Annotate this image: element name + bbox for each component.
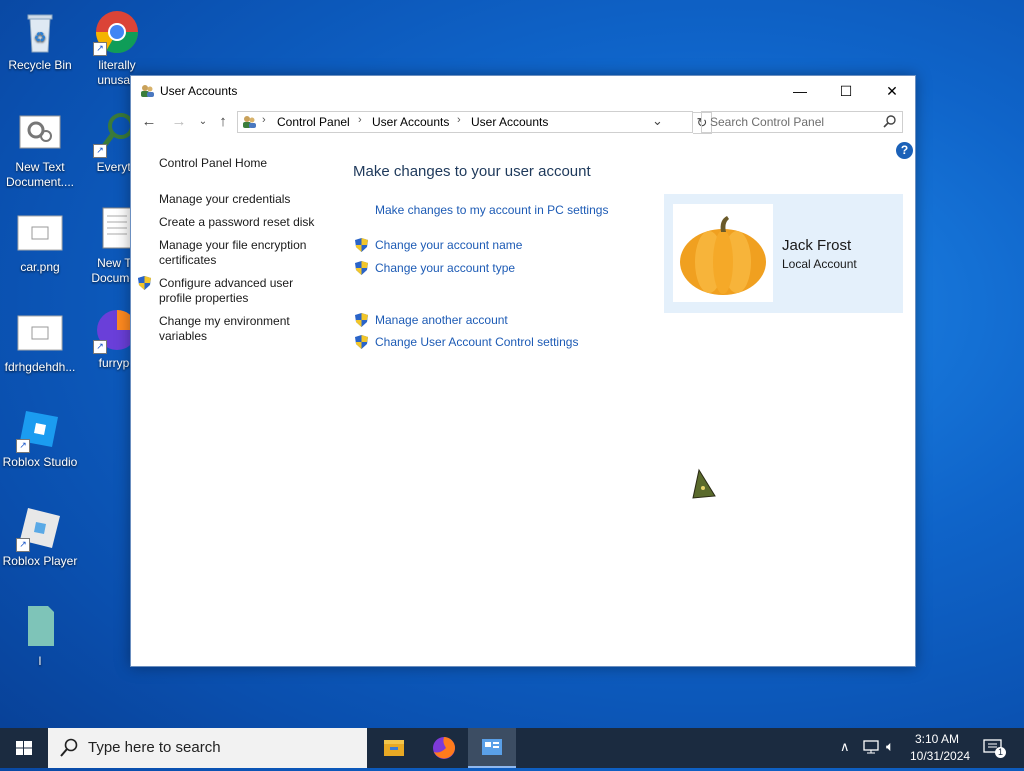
folder-icon <box>384 740 404 756</box>
image-file-icon <box>16 310 64 358</box>
taskbar-file-explorer[interactable] <box>370 728 418 768</box>
uac-shield-icon <box>137 275 152 294</box>
windows-logo-icon <box>16 741 32 755</box>
taskbar: Type here to search ∧ 🔈︎ 3:10 AM 10/31/2… <box>0 728 1024 768</box>
page-title: Make changes to your user account <box>353 163 591 180</box>
breadcrumb-separator-icon[interactable]: › <box>358 114 362 126</box>
taskbar-control-panel[interactable] <box>468 728 516 768</box>
desktop-icon-recycle-bin[interactable]: ♻ Recycle Bin <box>0 8 80 73</box>
search-icon[interactable] <box>883 115 896 131</box>
settings-file-icon <box>16 110 64 158</box>
uac-shield-icon <box>354 312 369 328</box>
desktop-icon-label: Recycle Bin <box>8 58 72 72</box>
help-icon[interactable]: ? <box>896 142 913 159</box>
sidebar-item-file-encryption[interactable]: Manage your file encryption certificates <box>159 238 314 268</box>
pc-settings-link[interactable]: Make changes to my account in PC setting… <box>375 203 608 217</box>
firefox-icon <box>433 737 455 759</box>
file-icon <box>16 604 64 652</box>
forward-arrow-icon[interactable]: → <box>169 112 189 132</box>
shortcut-arrow-icon: ↗ <box>93 144 107 158</box>
user-accounts-icon <box>139 83 155 99</box>
desktop-icon-label: Roblox Player <box>2 554 78 568</box>
desktop-icon-car-png[interactable]: car.png <box>0 210 80 275</box>
shortcut-arrow-icon: ↗ <box>93 42 107 56</box>
title-bar[interactable]: User Accounts — ☐ ✕ <box>131 76 915 106</box>
address-dropdown-chevron-icon[interactable]: ⌄ <box>652 113 663 129</box>
shortcut-arrow-icon: ↗ <box>16 538 30 552</box>
control-panel-icon <box>482 739 502 755</box>
desktop-icon-label: car.png <box>20 260 60 274</box>
clock-time[interactable]: 3:10 AM <box>915 732 959 746</box>
tray-chevron-up-icon[interactable]: ∧ <box>840 739 850 755</box>
pumpkin-image <box>680 216 766 295</box>
breadcrumb-user-accounts-current[interactable]: User Accounts <box>471 115 548 129</box>
uac-shield-icon <box>354 260 369 276</box>
change-account-name-link[interactable]: Change your account name <box>375 238 522 252</box>
search-icon <box>60 738 78 761</box>
desktop-icon-label: l <box>38 654 42 668</box>
roblox-studio-icon: ↗ <box>16 405 64 453</box>
desktop-icon-roblox-player[interactable]: ↗ Roblox Player <box>0 504 80 569</box>
shortcut-arrow-icon: ↗ <box>93 340 107 354</box>
breadcrumb-control-panel[interactable]: Control Panel <box>277 115 350 129</box>
account-name: Jack Frost <box>782 237 852 254</box>
network-icon[interactable] <box>862 739 880 758</box>
address-row: ← → ⌄ ↑ › Control Panel › User Accounts … <box>131 108 915 136</box>
recycle-bin-icon: ♻ <box>16 8 64 56</box>
up-arrow-icon[interactable]: ↑ <box>213 112 233 132</box>
manage-another-account-link[interactable]: Manage another account <box>375 313 508 327</box>
svg-text:♻: ♻ <box>34 29 47 45</box>
taskbar-search-box[interactable]: Type here to search <box>48 728 367 768</box>
uac-shield-icon <box>354 334 369 350</box>
uac-settings-link[interactable]: Change User Account Control settings <box>375 335 578 349</box>
desktop-icon-label: Roblox Studio <box>2 455 78 469</box>
change-account-type-link[interactable]: Change your account type <box>375 261 515 275</box>
close-button[interactable]: ✕ <box>869 76 915 106</box>
minimize-button[interactable]: — <box>777 76 823 106</box>
volume-icon[interactable]: 🔈︎ <box>886 738 894 755</box>
sidebar-item-environment-variables[interactable]: Change my environment variables <box>159 314 304 344</box>
sidebar-item-manage-credentials[interactable]: Manage your credentials <box>159 192 290 207</box>
image-file-icon <box>16 210 64 258</box>
shortcut-arrow-icon: ↗ <box>16 439 30 453</box>
desktop-icon-text-doc[interactable]: New Text Document.... <box>0 110 80 190</box>
breadcrumb-separator-icon: › <box>262 114 266 126</box>
desktop-icon-l[interactable]: l <box>0 604 80 669</box>
taskbar-firefox[interactable] <box>420 728 468 768</box>
breadcrumb-separator-icon[interactable]: › <box>457 114 461 126</box>
control-panel-icon <box>241 114 257 133</box>
avatar <box>673 204 773 302</box>
desktop-icon-fdrhg[interactable]: fdrhgdehdh... <box>0 310 80 375</box>
address-bar[interactable]: › Control Panel › User Accounts › User A… <box>237 111 693 133</box>
window-title: User Accounts <box>160 84 238 98</box>
desktop-icon-label: New Text Document.... <box>5 160 75 189</box>
mouse-cursor-icon <box>691 468 717 503</box>
account-type: Local Account <box>782 257 857 271</box>
notification-badge: 1 <box>995 747 1006 758</box>
sidebar-item-control-panel-home[interactable]: Control Panel Home <box>159 156 267 171</box>
account-card: Jack Frost Local Account <box>664 194 903 313</box>
desktop-icon-roblox-studio[interactable]: ↗ Roblox Studio <box>0 405 80 470</box>
uac-shield-icon <box>354 237 369 253</box>
search-control-panel-input[interactable]: Search Control Panel <box>701 111 903 133</box>
recent-locations-chevron-icon[interactable]: ⌄ <box>193 112 213 132</box>
clock-date[interactable]: 10/31/2024 <box>910 749 970 763</box>
search-placeholder: Search Control Panel <box>710 115 825 129</box>
maximize-button[interactable]: ☐ <box>823 76 869 106</box>
chrome-icon: ↗ <box>93 8 141 56</box>
breadcrumb-user-accounts[interactable]: User Accounts <box>372 115 449 129</box>
desktop-icon-label: fdrhgdehdh... <box>4 360 76 374</box>
roblox-player-icon: ↗ <box>16 504 64 552</box>
sidebar-item-password-reset-disk[interactable]: Create a password reset disk <box>159 215 314 230</box>
user-accounts-window: User Accounts — ☐ ✕ ← → ⌄ ↑ › Control Pa… <box>130 75 916 667</box>
notification-icon[interactable]: 1 <box>983 739 1006 760</box>
taskbar-search-placeholder: Type here to search <box>88 739 221 756</box>
back-arrow-icon[interactable]: ← <box>139 112 159 132</box>
sidebar-item-advanced-profile[interactable]: Configure advanced user profile properti… <box>159 276 309 306</box>
start-button[interactable] <box>0 728 48 768</box>
